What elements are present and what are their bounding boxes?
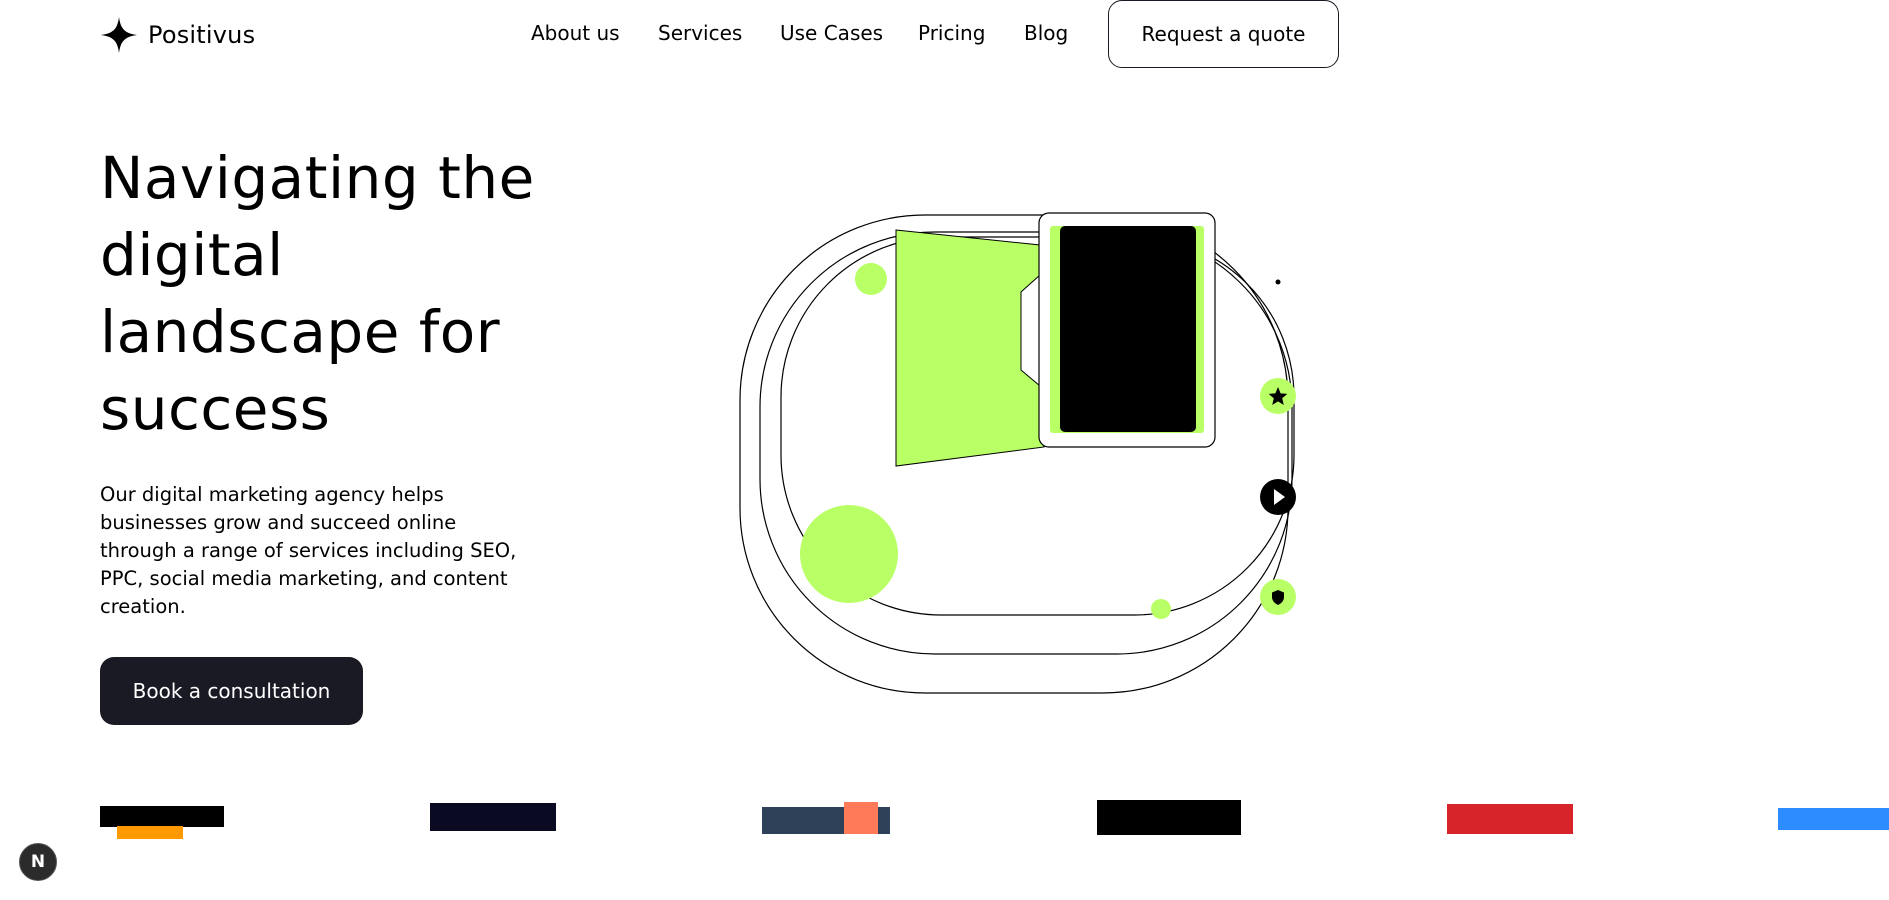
sparkle-star-icon	[101, 17, 137, 53]
nav-link-services[interactable]: Services	[658, 21, 742, 45]
hero-illustration	[739, 212, 1296, 694]
play-icon	[1260, 479, 1296, 515]
star-icon	[1260, 378, 1296, 414]
brand-name: Positivus	[148, 21, 256, 49]
dev-tools-badge[interactable]: N	[19, 843, 57, 881]
nav-link-use-cases[interactable]: Use Cases	[780, 21, 883, 45]
nav-link-pricing[interactable]: Pricing	[918, 21, 985, 45]
hero-title: Navigating the digital landscape for suc…	[100, 144, 535, 443]
nav-link-about-us[interactable]: About us	[531, 21, 620, 45]
brand-logo[interactable]: Positivus	[100, 16, 255, 54]
accent-dot-small	[855, 263, 887, 295]
phone-screen	[1060, 226, 1196, 432]
book-consultation-button[interactable]: Book a consultation	[100, 657, 363, 725]
nav-link-blog[interactable]: Blog	[1024, 21, 1068, 45]
megaphone-shape	[895, 229, 1045, 467]
hero-description: Our digital marketing agency helps busin…	[100, 483, 517, 618]
black-dot	[1275, 279, 1281, 285]
shield-icon	[1260, 579, 1296, 615]
request-quote-button[interactable]: Request a quote	[1108, 0, 1339, 68]
accent-dot-tiny	[1151, 599, 1171, 619]
site-header: Positivus About us Services Use Cases Pr…	[0, 0, 1889, 70]
accent-dot-large	[800, 505, 898, 603]
